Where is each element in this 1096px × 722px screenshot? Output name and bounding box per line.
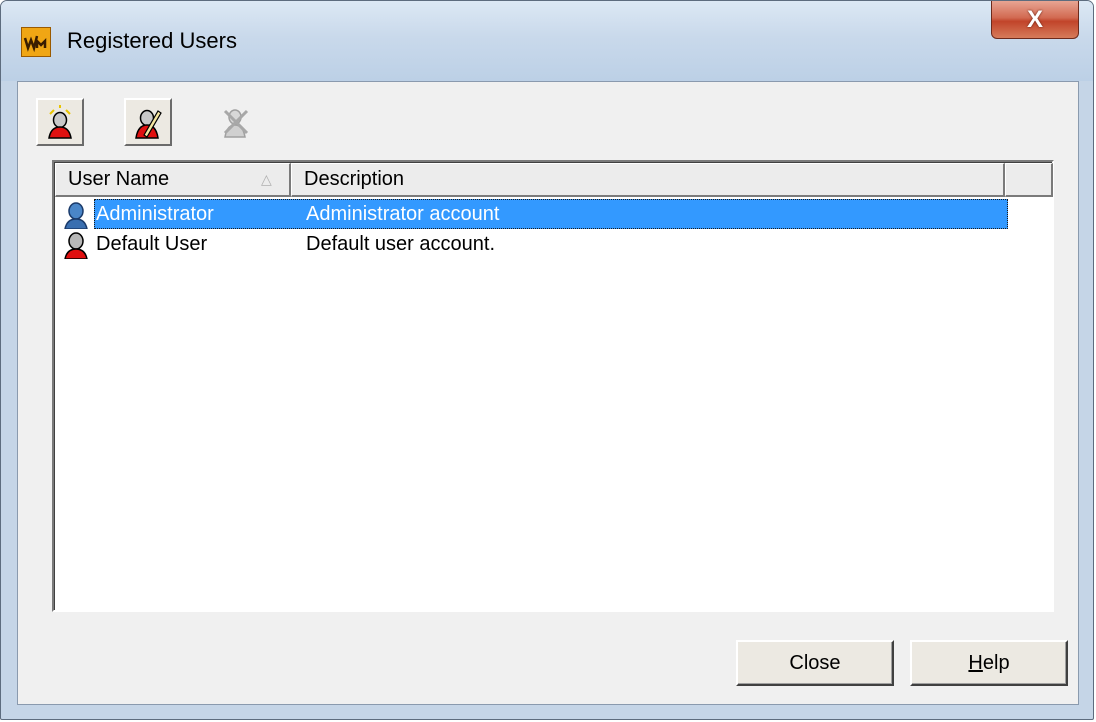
sort-ascending-icon: △ (261, 171, 272, 187)
column-header-description[interactable]: Description (291, 163, 1005, 197)
users-list[interactable]: User Name △ Description Administrator Ad… (52, 160, 1054, 612)
column-header-filler (1005, 163, 1053, 197)
list-header: User Name △ Description (55, 163, 1053, 197)
edit-user-button[interactable] (124, 98, 172, 146)
add-user-button[interactable] (36, 98, 84, 146)
close-button[interactable]: Close (736, 640, 894, 686)
window-title: Registered Users (67, 28, 237, 53)
delete-user-button[interactable] (212, 98, 260, 146)
default-user-icon (64, 232, 88, 259)
help-button-label: Help (968, 652, 1009, 675)
close-window-button[interactable]: X (991, 1, 1079, 39)
edit-user-icon (135, 109, 162, 139)
registered-users-dialog: Registered Users X User Name △ Descripti… (0, 0, 1094, 720)
column-header-label: Description (304, 168, 405, 190)
add-user-icon (48, 105, 72, 139)
column-header-user-name[interactable]: User Name △ (55, 163, 291, 197)
list-item[interactable]: Default User Default user account. (62, 229, 1008, 259)
list-item[interactable]: Administrator Administrator account (62, 199, 1008, 229)
user-name-cell: Default User (96, 233, 208, 255)
selection-highlight (94, 199, 1008, 229)
user-name-cell: Administrator (96, 203, 214, 225)
description-cell: Default user account. (306, 233, 495, 255)
help-button[interactable]: Help (910, 640, 1068, 686)
close-icon: X (1026, 5, 1043, 33)
app-logo-icon (21, 27, 51, 57)
close-button-label: Close (789, 651, 841, 674)
delete-user-icon (223, 109, 249, 138)
admin-user-icon (64, 202, 88, 229)
dialog-client-area: User Name △ Description Administrator Ad… (17, 81, 1079, 705)
help-mnemonic: H (968, 651, 983, 674)
column-header-label: User Name (68, 168, 170, 190)
title-bar[interactable]: Registered Users X (1, 1, 1093, 81)
description-cell: Administrator account (306, 203, 500, 225)
help-label-rest: elp (982, 651, 1010, 674)
